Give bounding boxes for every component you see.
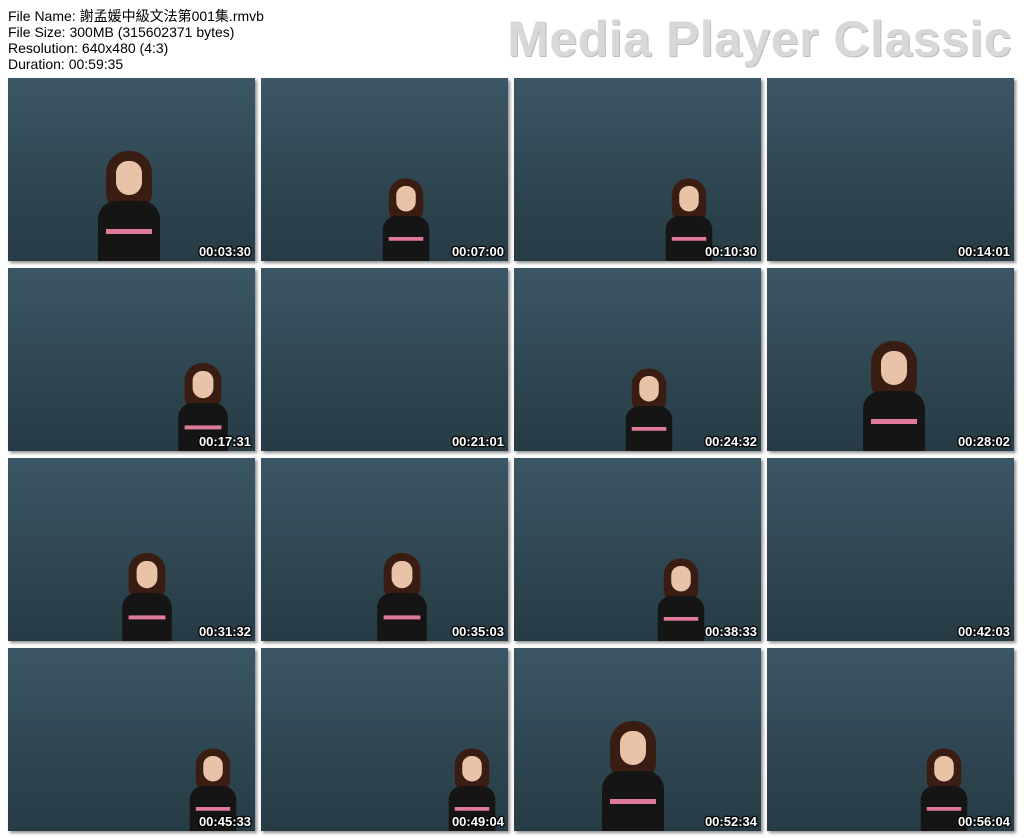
chalkboard [514, 78, 761, 261]
teacher-figure [119, 553, 175, 641]
thumbnail-14[interactable]: 00:49:04 [261, 648, 508, 831]
timestamp: 00:28:02 [957, 434, 1010, 449]
timestamp: 00:17:31 [198, 434, 251, 449]
resolution: Resolution: 640x480 (4:3) [8, 40, 169, 56]
thumbnail-grid: 00:03:30 00:07:00 00:10:30 00:14:01 00:1… [8, 78, 1014, 831]
file-name: File Name: 謝孟媛中級文法第001集.rmvb [8, 8, 264, 24]
teacher-figure [655, 558, 708, 641]
thumbnail-4[interactable]: 00:14:01 [767, 78, 1014, 261]
timestamp: 00:10:30 [704, 244, 757, 259]
timestamp: 00:14:01 [957, 244, 1010, 259]
timestamp: 00:56:04 [957, 814, 1010, 829]
teacher-figure [623, 368, 676, 451]
thumbnail-7[interactable]: 00:24:32 [514, 268, 761, 451]
timestamp: 00:38:33 [704, 624, 757, 639]
timestamp: 00:49:04 [451, 814, 504, 829]
thumbnail-16[interactable]: 00:56:04 [767, 648, 1014, 831]
duration: Duration: 00:59:35 [8, 56, 124, 72]
thumbnail-12[interactable]: 00:42:03 [767, 458, 1014, 641]
thumbnail-8[interactable]: 00:28:02 [767, 268, 1014, 451]
timestamp: 00:42:03 [957, 624, 1010, 639]
thumbnail-6[interactable]: 00:21:01 [261, 268, 508, 451]
timestamp: 00:24:32 [704, 434, 757, 449]
chalkboard [261, 268, 508, 451]
app-brand-watermark: Media Player Classic [507, 11, 1012, 67]
thumbnail-5[interactable]: 00:17:31 [8, 268, 255, 451]
chalkboard [767, 648, 1014, 831]
chalkboard [767, 458, 1014, 641]
chalkboard [767, 78, 1014, 261]
teacher-figure [859, 341, 929, 451]
timestamp: 00:35:03 [451, 624, 504, 639]
thumbnail-10[interactable]: 00:35:03 [261, 458, 508, 641]
teacher-figure [598, 721, 668, 831]
timestamp: 00:03:30 [198, 244, 251, 259]
timestamp: 00:31:32 [198, 624, 251, 639]
timestamp: 00:45:33 [198, 814, 251, 829]
thumbnail-3[interactable]: 00:10:30 [514, 78, 761, 261]
file-size: File Size: 300MB (315602371 bytes) [8, 24, 235, 40]
timestamp: 00:52:34 [704, 814, 757, 829]
thumbnail-2[interactable]: 00:07:00 [261, 78, 508, 261]
thumbnail-11[interactable]: 00:38:33 [514, 458, 761, 641]
chalkboard [514, 458, 761, 641]
timestamp: 00:07:00 [451, 244, 504, 259]
thumbnail-15[interactable]: 00:52:34 [514, 648, 761, 831]
thumbnail-1[interactable]: 00:03:30 [8, 78, 255, 261]
file-info-panel: File Name: 謝孟媛中級文法第001集.rmvb File Size: … [8, 8, 264, 72]
thumbnail-13[interactable]: 00:45:33 [8, 648, 255, 831]
teacher-figure [94, 151, 164, 261]
teacher-figure [374, 553, 430, 641]
thumbnail-9[interactable]: 00:31:32 [8, 458, 255, 641]
teacher-figure [380, 178, 433, 261]
timestamp: 00:21:01 [451, 434, 504, 449]
